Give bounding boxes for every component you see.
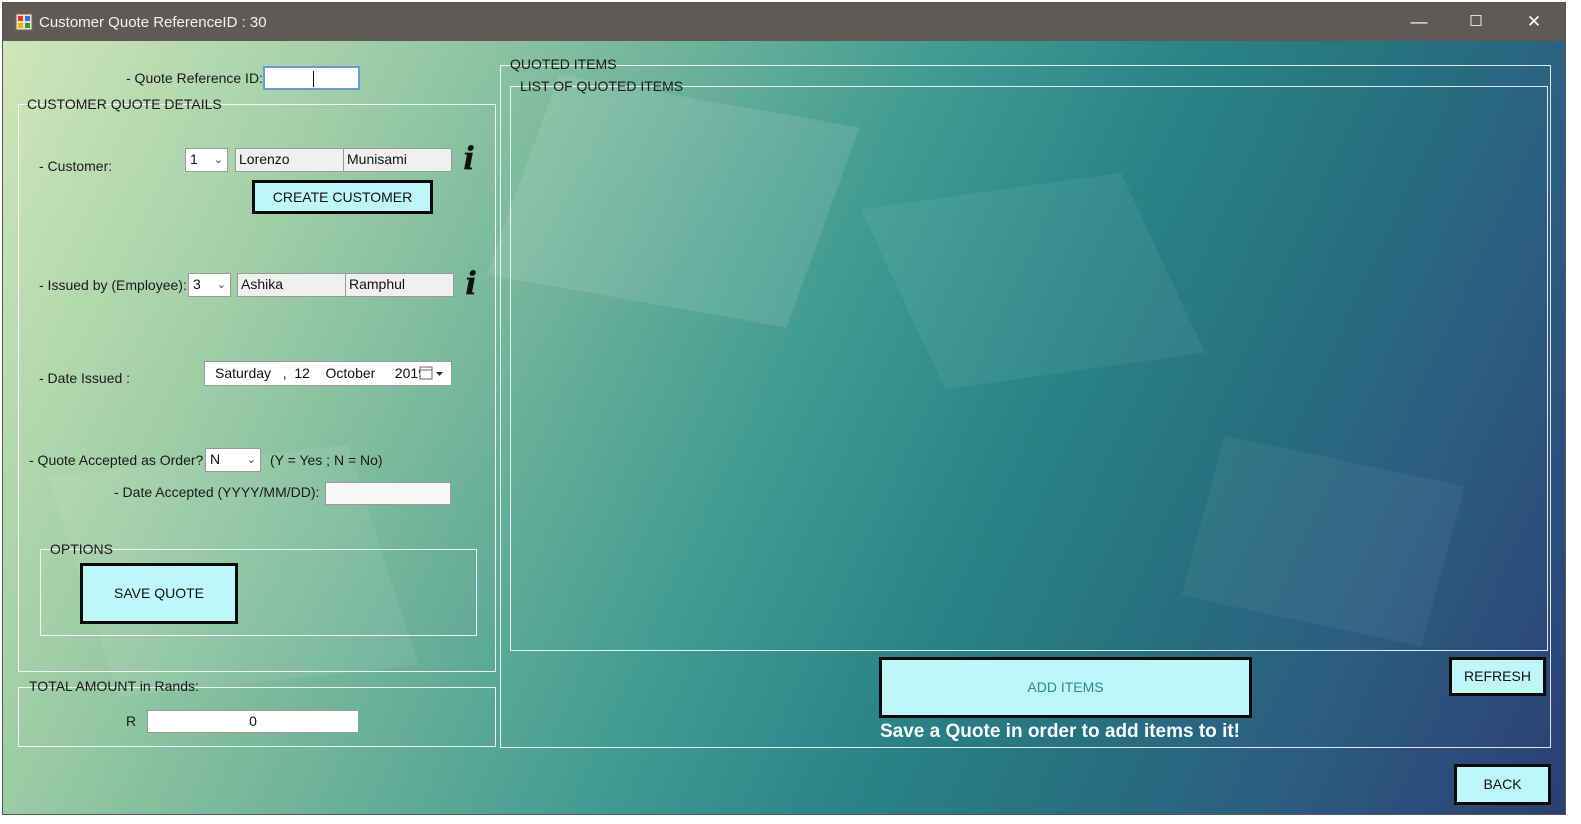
quote-ref-input[interactable] bbox=[263, 66, 360, 90]
options-title: OPTIONS bbox=[50, 541, 114, 557]
date-month: October bbox=[325, 365, 376, 381]
employee-id-value: 3 bbox=[193, 276, 201, 292]
currency-label: R bbox=[126, 713, 137, 729]
customer-id-value: 1 bbox=[190, 151, 198, 167]
chevron-down-icon: ⌄ bbox=[216, 279, 226, 291]
form-client-area: - Quote Reference ID: CUSTOMER QUOTE DET… bbox=[3, 41, 1565, 814]
save-quote-button[interactable]: SAVE QUOTE bbox=[80, 563, 238, 624]
refresh-button[interactable]: REFRESH bbox=[1449, 657, 1546, 696]
customer-first-name-field[interactable]: Lorenzo bbox=[235, 148, 345, 172]
chevron-down-icon: ⌄ bbox=[213, 154, 223, 166]
text-caret bbox=[313, 71, 314, 87]
employee-id-select[interactable]: 3 ⌄ bbox=[188, 273, 231, 297]
employee-label: - Issued by (Employee): bbox=[39, 277, 187, 293]
employee-first-name-field[interactable]: Ashika bbox=[237, 273, 347, 297]
customer-info-icon[interactable]: i bbox=[463, 139, 475, 177]
date-day: 12 bbox=[294, 365, 310, 381]
accepted-hint: (Y = Yes ; N = No) bbox=[270, 452, 383, 468]
quoted-items-list-title: LIST OF QUOTED ITEMS bbox=[520, 78, 684, 94]
window-title: Customer Quote ReferenceID : 30 bbox=[39, 14, 267, 31]
close-button[interactable]: ✕ bbox=[1505, 3, 1563, 41]
date-accepted-label: - Date Accepted (YYYY/MM/DD): bbox=[114, 484, 320, 500]
customer-label: - Customer: bbox=[39, 158, 113, 174]
total-amount-title: TOTAL AMOUNT in Rands: bbox=[29, 678, 199, 694]
employee-info-icon[interactable]: i bbox=[465, 264, 477, 302]
minimize-button[interactable]: — bbox=[1390, 3, 1448, 41]
date-spacer bbox=[314, 365, 322, 381]
employee-last-name-field[interactable]: Ramphul bbox=[345, 273, 454, 297]
quoted-items-list[interactable] bbox=[510, 86, 1548, 651]
quoted-items-title: QUOTED ITEMS bbox=[510, 56, 617, 72]
accepted-value: N bbox=[210, 451, 221, 467]
date-issued-picker[interactable]: Saturday , 12 October 2019 bbox=[204, 361, 452, 386]
date-spacer bbox=[379, 365, 391, 381]
maximize-button[interactable]: ☐ bbox=[1447, 3, 1505, 41]
date-issued-label: - Date Issued : bbox=[39, 370, 131, 386]
customer-id-select[interactable]: 1 ⌄ bbox=[185, 148, 228, 172]
accepted-select[interactable]: N ⌄ bbox=[205, 448, 261, 472]
total-amount-field[interactable]: 0 bbox=[147, 710, 359, 733]
calendar-dropdown-icon[interactable] bbox=[419, 366, 445, 381]
quote-ref-label: - Quote Reference ID: bbox=[126, 70, 263, 86]
accepted-label: - Quote Accepted as Order? : bbox=[29, 452, 212, 468]
customer-last-name-field[interactable]: Munisami bbox=[343, 148, 452, 172]
save-first-message: Save a Quote in order to add items to it… bbox=[880, 721, 1240, 742]
back-button[interactable]: BACK bbox=[1454, 764, 1551, 805]
chevron-down-icon: ⌄ bbox=[246, 454, 256, 466]
quote-window: Customer Quote ReferenceID : 30 — ☐ ✕ - … bbox=[2, 2, 1566, 815]
add-items-button[interactable]: ADD ITEMS bbox=[879, 657, 1252, 718]
customer-quote-details-title: CUSTOMER QUOTE DETAILS bbox=[27, 96, 222, 112]
app-icon bbox=[15, 13, 33, 31]
date-separator: , bbox=[274, 365, 291, 381]
title-bar[interactable]: Customer Quote ReferenceID : 30 — ☐ ✕ bbox=[3, 3, 1565, 41]
date-day-name: Saturday bbox=[215, 365, 272, 381]
create-customer-button[interactable]: CREATE CUSTOMER bbox=[252, 180, 433, 214]
date-accepted-field[interactable] bbox=[325, 482, 451, 505]
